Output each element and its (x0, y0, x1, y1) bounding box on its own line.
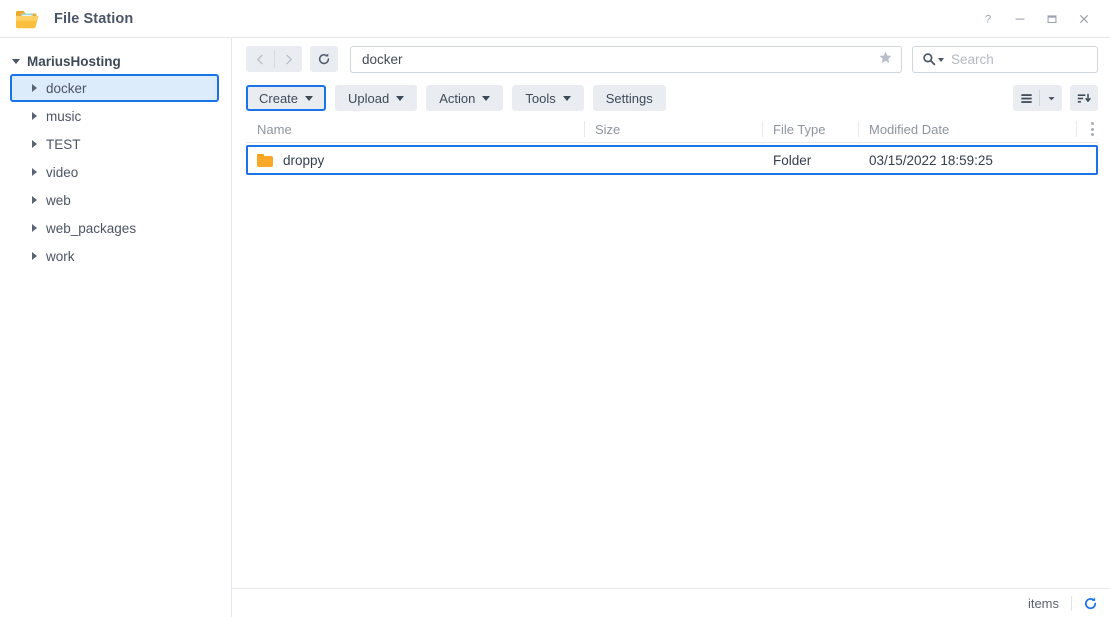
refresh-button[interactable] (310, 46, 338, 72)
column-header-name[interactable]: Name (246, 116, 584, 142)
titlebar: File Station ? (0, 0, 1110, 38)
row-name-cell: droppy (248, 147, 586, 173)
chevron-right-icon[interactable] (32, 252, 37, 260)
back-button[interactable] (246, 46, 274, 72)
table-rows: droppy Folder 03/15/2022 18:59:25 (246, 143, 1098, 588)
chevron-right-icon[interactable] (32, 168, 37, 176)
chevron-right-icon[interactable] (32, 112, 37, 120)
folder-open-icon (14, 8, 40, 30)
sidebar-item-work[interactable]: work (10, 242, 219, 270)
folder-icon (257, 153, 273, 167)
sidebar-item-music[interactable]: music (10, 102, 219, 130)
settings-button[interactable]: Settings (592, 85, 666, 111)
row-modified-date-cell: 03/15/2022 18:59:25 (869, 152, 993, 168)
sidebar-item-test[interactable]: TEST (10, 130, 219, 158)
settings-button-label: Settings (605, 90, 653, 106)
toolbar: Create Upload Action Tools Settings (232, 80, 1110, 116)
window-controls: ? (972, 5, 1100, 33)
window-title: File Station (54, 10, 134, 27)
chevron-right-icon[interactable] (32, 224, 37, 232)
chevron-down-icon (562, 95, 571, 101)
sidebar: MariusHosting docker music TEST video we… (0, 38, 232, 617)
main-panel: docker Search Create Upload Action Tools… (232, 38, 1110, 617)
minimize-button[interactable] (1004, 5, 1036, 33)
chevron-down-icon (396, 95, 405, 101)
status-refresh-button[interactable] (1083, 596, 1098, 611)
sidebar-item-label: docker (46, 80, 87, 96)
list-view-icon[interactable] (1013, 85, 1039, 111)
search-box[interactable]: Search (912, 45, 1098, 73)
search-icon[interactable] (922, 52, 936, 66)
table-header: Name Size File Type Modified Date (246, 116, 1098, 143)
path-value: docker (362, 51, 403, 67)
search-placeholder: Search (951, 51, 994, 67)
sidebar-item-label: video (46, 164, 79, 180)
sidebar-item-docker[interactable]: docker (10, 74, 219, 102)
chevron-down-icon[interactable] (1040, 85, 1062, 111)
action-button[interactable]: Action (426, 85, 504, 111)
toolbar-right-group (1013, 85, 1098, 111)
chevron-down-icon[interactable] (938, 58, 944, 62)
help-button[interactable]: ? (972, 5, 1004, 33)
tools-button[interactable]: Tools (512, 85, 584, 111)
more-options-icon[interactable] (1076, 116, 1098, 142)
file-list: Name Size File Type Modified Date droppy… (232, 116, 1110, 588)
sidebar-root-mariushosting[interactable]: MariusHosting (0, 48, 231, 74)
star-icon[interactable] (872, 50, 893, 68)
sidebar-item-label: TEST (46, 136, 81, 152)
navigation-bar: docker Search (232, 38, 1110, 80)
sidebar-item-web-packages[interactable]: web_packages (10, 214, 219, 242)
divider (1071, 595, 1072, 611)
chevron-down-icon[interactable] (12, 58, 20, 64)
row-size-cell (586, 147, 764, 173)
maximize-button[interactable] (1036, 5, 1068, 33)
upload-button-label: Upload (348, 90, 390, 106)
sidebar-item-label: web (46, 192, 71, 208)
sidebar-item-video[interactable]: video (10, 158, 219, 186)
sidebar-item-web[interactable]: web (10, 186, 219, 214)
tools-button-label: Tools (525, 90, 556, 106)
action-button-label: Action (439, 90, 476, 106)
sidebar-item-label: work (46, 248, 75, 264)
view-mode-group (1013, 85, 1062, 111)
chevron-right-icon[interactable] (32, 84, 37, 92)
upload-button[interactable]: Upload (335, 85, 418, 111)
window-body: MariusHosting docker music TEST video we… (0, 38, 1110, 617)
close-button[interactable] (1068, 5, 1100, 33)
chevron-right-icon[interactable] (32, 140, 37, 148)
table-row[interactable]: droppy Folder 03/15/2022 18:59:25 (246, 145, 1098, 175)
forward-button[interactable] (274, 46, 302, 72)
sidebar-item-label: music (46, 108, 82, 124)
chevron-right-icon[interactable] (32, 196, 37, 204)
sort-descending-icon[interactable] (1070, 85, 1098, 111)
column-header-file-type[interactable]: File Type (762, 116, 858, 142)
path-field[interactable]: docker (350, 45, 902, 73)
create-button[interactable]: Create (246, 85, 327, 111)
row-file-type-cell: Folder (773, 152, 812, 168)
sidebar-root-label: MariusHosting (27, 53, 121, 69)
create-button-label: Create (259, 90, 299, 106)
row-name-label: droppy (283, 152, 325, 168)
svg-text:?: ? (985, 13, 991, 25)
chevron-down-icon (482, 95, 491, 101)
file-station-window: File Station ? MariusHosting docker musi… (0, 0, 1110, 617)
column-header-size[interactable]: Size (584, 116, 762, 142)
column-header-modified-date[interactable]: Modified Date (858, 116, 1076, 142)
item-count-label: items (1027, 595, 1059, 611)
chevron-down-icon (305, 95, 314, 101)
status-bar: items (232, 588, 1110, 617)
sidebar-item-label: web_packages (46, 220, 137, 236)
